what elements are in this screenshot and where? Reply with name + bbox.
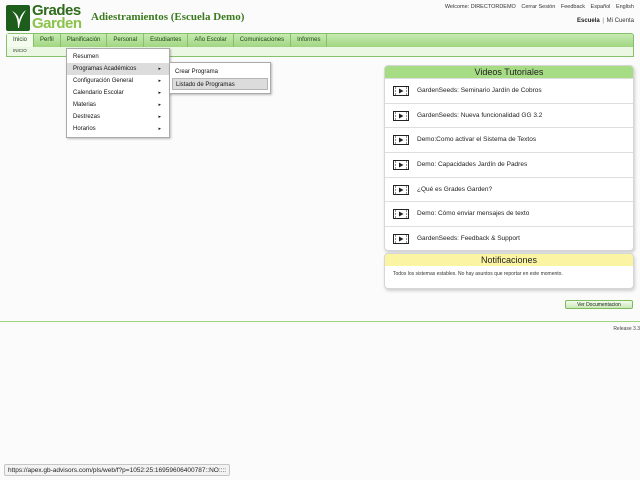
- chevron-right-icon: ▸: [158, 66, 161, 72]
- page-title: Adiestramientos (Escuela Demo): [91, 11, 245, 23]
- videos-title: Videos Tutoriales: [385, 66, 633, 78]
- video-icon: [393, 110, 409, 121]
- video-icon: [393, 160, 409, 171]
- video-title[interactable]: GardenSeeds: Seminario Jardín de Cobros: [417, 87, 542, 94]
- programas-flyout: Crear Programa Listado de Programas: [169, 62, 271, 94]
- chevron-right-icon: ▸: [158, 114, 161, 120]
- feedback-link[interactable]: Feedback: [561, 4, 585, 10]
- video-item[interactable]: GardenSeeds: Feedback & Support: [385, 226, 633, 250]
- dropdown-item-horarios[interactable]: Horarios ▸: [67, 123, 169, 135]
- video-item[interactable]: GardenSeeds: Nueva funcionalidad GG 3.2: [385, 102, 633, 128]
- video-item[interactable]: GardenSeeds: Seminario Jardín de Cobros: [385, 78, 633, 103]
- view-documentation-button[interactable]: Ver Documentacion: [565, 300, 633, 309]
- menu-personal[interactable]: Personal: [107, 34, 145, 47]
- videos-panel: Videos Tutoriales GardenSeeds: Seminario…: [384, 65, 634, 251]
- dropdown-item-label: Calendario Escolar: [73, 90, 124, 96]
- video-title[interactable]: ¿Qué es Grades Garden?: [417, 186, 492, 193]
- separator: |: [602, 18, 604, 24]
- video-title[interactable]: Demo:Como activar el Sistema de Textos: [417, 136, 536, 143]
- notifications-panel: Notificaciones Todos los sistemas establ…: [384, 253, 634, 289]
- notifications-message: Todos los sistemas estables. No hay asun…: [393, 271, 563, 277]
- menu-perfil[interactable]: Perfil: [34, 34, 61, 47]
- notifications-title: Notificaciones: [385, 254, 633, 266]
- dropdown-item-calendario-escolar[interactable]: Calendario Escolar ▸: [67, 87, 169, 99]
- breadcrumb: INICIO: [13, 48, 27, 53]
- video-icon: [393, 234, 409, 245]
- school-link[interactable]: Escuela: [577, 18, 600, 24]
- menu-informes[interactable]: Informes: [291, 34, 328, 47]
- dropdown-item-label: Resumen: [73, 54, 99, 60]
- video-item[interactable]: Demo:Como activar el Sistema de Textos: [385, 127, 633, 152]
- grades-garden-logo[interactable]: Grades Garden: [6, 3, 86, 32]
- menu-inicio[interactable]: Inicio: [7, 34, 35, 47]
- leaf-icon: [6, 5, 30, 31]
- logout-link[interactable]: Cerrar Sesión: [521, 4, 555, 10]
- dropdown-item-destrezas[interactable]: Destrezas ▸: [67, 111, 169, 123]
- spanish-link[interactable]: Español: [591, 4, 611, 10]
- chevron-right-icon: ▸: [158, 102, 161, 108]
- my-account-link[interactable]: Mi Cuenta: [607, 18, 634, 24]
- brand-line-2: Garden: [32, 15, 82, 32]
- chevron-right-icon: ▸: [158, 78, 161, 84]
- video-icon: [393, 209, 409, 220]
- flyout-item-listado-de-programas[interactable]: Listado de Programas: [172, 78, 268, 90]
- welcome-text: Welcome: DIRECTORDEMO: [444, 4, 516, 10]
- menu-estudiantes[interactable]: Estudiantes: [144, 34, 189, 47]
- video-title[interactable]: Demo: Capacidades Jardín de Padres: [417, 161, 527, 168]
- dropdown-item-label: Configuración General: [73, 78, 134, 84]
- divider: [0, 321, 640, 322]
- dropdown-item-label: Programas Académicos: [73, 66, 137, 72]
- video-title[interactable]: Demo: Cómo enviar mensajes de texto: [417, 210, 529, 217]
- video-item[interactable]: Demo: Cómo enviar mensajes de texto: [385, 201, 633, 226]
- dropdown-item-label: Horarios: [73, 126, 96, 132]
- menu-ano-escolar[interactable]: Año Escolar: [188, 34, 234, 47]
- dropdown-item-configuracion-general[interactable]: Configuración General ▸: [67, 75, 169, 87]
- dropdown-item-resumen[interactable]: Resumen: [67, 51, 169, 63]
- release-label: Release 3.3: [613, 326, 640, 332]
- account-links: Escuela | Mi Cuenta: [577, 18, 634, 24]
- dropdown-item-programas-academicos[interactable]: Programas Académicos ▸: [67, 63, 169, 75]
- top-links: Welcome: DIRECTORDEMO Cerrar Sesión Feed…: [441, 4, 634, 10]
- status-bar-url: https://apex.gb-advisors.com/pls/web/f?p…: [4, 464, 231, 476]
- video-title[interactable]: GardenSeeds: Feedback & Support: [417, 235, 520, 242]
- dropdown-item-materias[interactable]: Materias ▸: [67, 99, 169, 111]
- dropdown-item-label: Materias: [73, 102, 97, 108]
- chevron-right-icon: ▸: [158, 126, 161, 132]
- video-icon: [393, 86, 409, 96]
- menu-planificacion[interactable]: Planificación: [61, 34, 108, 47]
- english-link[interactable]: English: [616, 4, 634, 10]
- chevron-right-icon: ▸: [158, 90, 161, 96]
- dropdown-item-label: Destrezas: [73, 114, 101, 120]
- flyout-item-crear-programa[interactable]: Crear Programa: [172, 66, 268, 78]
- video-title[interactable]: GardenSeeds: Nueva funcionalidad GG 3.2: [417, 112, 542, 119]
- menu-comunicaciones[interactable]: Comunicaciones: [234, 34, 292, 47]
- video-icon: [393, 135, 409, 146]
- video-icon: [393, 184, 409, 195]
- video-item[interactable]: ¿Qué es Grades Garden?: [385, 176, 633, 202]
- main-menu: Inicio Perfil Planificación Personal Est…: [6, 33, 634, 47]
- video-item[interactable]: Demo: Capacidades Jardín de Padres: [385, 152, 633, 177]
- planificacion-dropdown: Resumen Programas Académicos ▸ Configurac…: [66, 48, 170, 138]
